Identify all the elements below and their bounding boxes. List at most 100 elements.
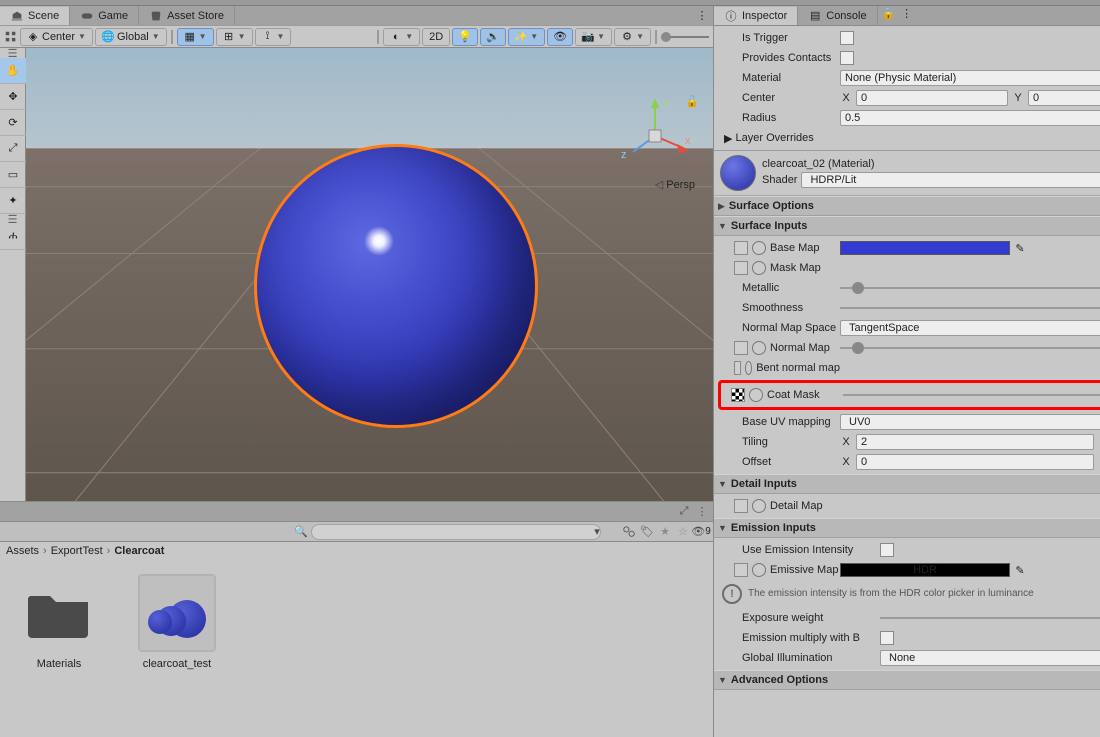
metallic-slider[interactable] [840,282,1100,294]
shader-dropdown[interactable]: HDRP/Lit [801,172,1100,188]
global-illumination-dropdown[interactable]: None [880,650,1100,666]
save-search-icon[interactable]: ☆ [675,524,691,540]
bent-texture-slot[interactable] [734,361,741,375]
basemap-texture-slot[interactable] [734,241,748,255]
assets-grid[interactable]: Materials clearcoat_test [0,560,713,737]
offset-x-input[interactable] [856,454,1094,470]
toggle-fx-button[interactable]: ✨▼ [508,28,545,46]
field-label[interactable]: Layer Overrides [736,132,814,144]
foldout-surface-options[interactable]: ▶Surface Options [714,196,1100,216]
handle-rotation-button[interactable]: 🌐 Global▼ [95,28,167,46]
exposure-weight-slider[interactable] [880,612,1100,624]
sphere-object[interactable] [256,146,536,426]
lock-icon[interactable]: 🔒 [882,6,896,20]
toggle-2d-button[interactable]: 2D [422,28,450,46]
emissive-toggle[interactable] [752,563,766,577]
snap-settings-button[interactable]: ⟟▼ [255,28,292,46]
maskmap-toggle[interactable] [752,261,766,275]
toggle-skybox-button[interactable]: 👁 [547,28,573,46]
snap-increment-button[interactable]: ⊞▼ [216,28,253,46]
coatmask-toggle[interactable] [749,388,763,402]
asset-material[interactable]: clearcoat_test [132,574,222,670]
toggle-light-button[interactable]: 💡 [452,28,478,46]
custom-tool[interactable]: ሐ [0,224,26,250]
center-x-input[interactable] [856,90,1008,106]
breadcrumb-item[interactable]: Clearcoat [114,545,164,557]
tool-grip-icon[interactable]: ☰ [0,214,25,224]
project-search-input[interactable] [311,524,601,540]
lock-icon[interactable]: 🔓 [685,94,699,108]
tiling-x-input[interactable] [856,434,1094,450]
rotate-tool[interactable]: ⟳ [0,110,26,136]
emissive-color-swatch[interactable]: HDR [840,563,1010,577]
baseuv-dropdown[interactable]: UV0 [840,414,1100,430]
move-tool[interactable]: ✥ [0,84,26,110]
is-trigger-checkbox[interactable] [840,31,854,45]
draw-mode-button[interactable]: ◐▼ [383,28,420,46]
physic-material-field[interactable] [840,70,1100,86]
foldout-arrow-icon[interactable]: ▶ [724,132,732,145]
field-label: Metallic [720,282,840,294]
emission-multiply-checkbox[interactable] [880,631,894,645]
use-emission-checkbox[interactable] [880,543,894,557]
foldout-detail-inputs[interactable]: ▼Detail Inputs [714,474,1100,494]
breadcrumb-item[interactable]: Assets [6,545,39,557]
scale-tool[interactable]: ⤢ [0,136,26,162]
projection-label[interactable]: ◁ Persp [655,178,695,191]
transform-icon: ✦ [6,194,20,208]
eyedropper-icon[interactable]: ✎ [1014,242,1026,254]
transform-tool[interactable]: ✦ [0,188,26,214]
bent-toggle[interactable] [745,361,752,375]
smoothness-slider[interactable] [840,302,1100,314]
grid-snap-button[interactable]: ▦▼ [177,28,214,46]
tooloptions-icon[interactable] [4,30,18,44]
search-dropdown-icon[interactable]: ▾ [589,524,605,540]
foldout-advanced-options[interactable]: ▼Advanced Options [714,670,1100,690]
pivot-mode-button[interactable]: ◈ Center▼ [20,28,93,46]
tab-asset-store[interactable]: Asset Store [139,6,235,25]
normalmap-slider[interactable] [840,342,1100,354]
hidden-count-icon[interactable]: 👁9 [693,524,709,540]
toggle-audio-button[interactable]: 🔊 [480,28,506,46]
rect-tool[interactable]: ▭ [0,162,26,188]
provides-contacts-checkbox[interactable] [840,51,854,65]
favorite-icon[interactable]: ★ [657,524,673,540]
asset-folder[interactable]: Materials [14,574,104,670]
orientation-gizmo[interactable]: y x z 🔓 [615,96,695,156]
normalspace-dropdown[interactable]: TangentSpace [840,320,1100,336]
detailmap-texture-slot[interactable] [734,499,748,513]
radius-input[interactable] [840,110,1100,126]
tab-game[interactable]: Game [70,6,139,25]
normalmap-texture-slot[interactable] [734,341,748,355]
breadcrumb: Assets› ExportTest› Clearcoat [0,542,713,560]
maskmap-texture-slot[interactable] [734,261,748,275]
scene-view[interactable]: ☰ ✋ ✥ ⟳ ⤢ ▭ ✦ ☰ ሐ [0,48,713,501]
gizmo-size-slider[interactable] [661,32,709,42]
tab-inspector[interactable]: ⓘ Inspector [714,6,798,25]
eyedropper-icon[interactable]: ✎ [1014,564,1026,576]
filter-type-icon[interactable] [621,524,637,540]
coatmask-slider[interactable] [843,389,1100,401]
tab-scene[interactable]: Scene [0,6,70,25]
detailmap-toggle[interactable] [752,499,766,513]
foldout-emission-inputs[interactable]: ▼Emission Inputs [714,518,1100,538]
filter-label-icon[interactable]: 🏷 [639,524,655,540]
tab-menu-icon[interactable]: ⋮ [900,6,914,20]
tool-grip-icon[interactable]: ☰ [0,48,25,58]
tab-menu-icon[interactable]: ⋮ [695,9,709,23]
panel-menu-icon[interactable]: ⋮ [695,505,709,519]
basemap-toggle[interactable] [752,241,766,255]
emissive-texture-slot[interactable] [734,563,748,577]
center-y-input[interactable] [1028,90,1100,106]
breadcrumb-item[interactable]: ExportTest [51,545,103,557]
hand-tool[interactable]: ✋ [0,58,26,84]
maximize-icon[interactable]: ⤢ [677,505,691,519]
normalmap-toggle[interactable] [752,341,766,355]
foldout-surface-inputs[interactable]: ▼Surface Inputs [714,216,1100,236]
basemap-color-swatch[interactable] [840,241,1010,255]
field-label: Radius [720,112,840,124]
gizmos-button[interactable]: ⚙▼ [614,28,651,46]
tab-console[interactable]: ▤ Console [798,6,877,25]
coatmask-texture-slot[interactable] [731,388,745,402]
camera-settings-button[interactable]: 📷▼ [575,28,612,46]
